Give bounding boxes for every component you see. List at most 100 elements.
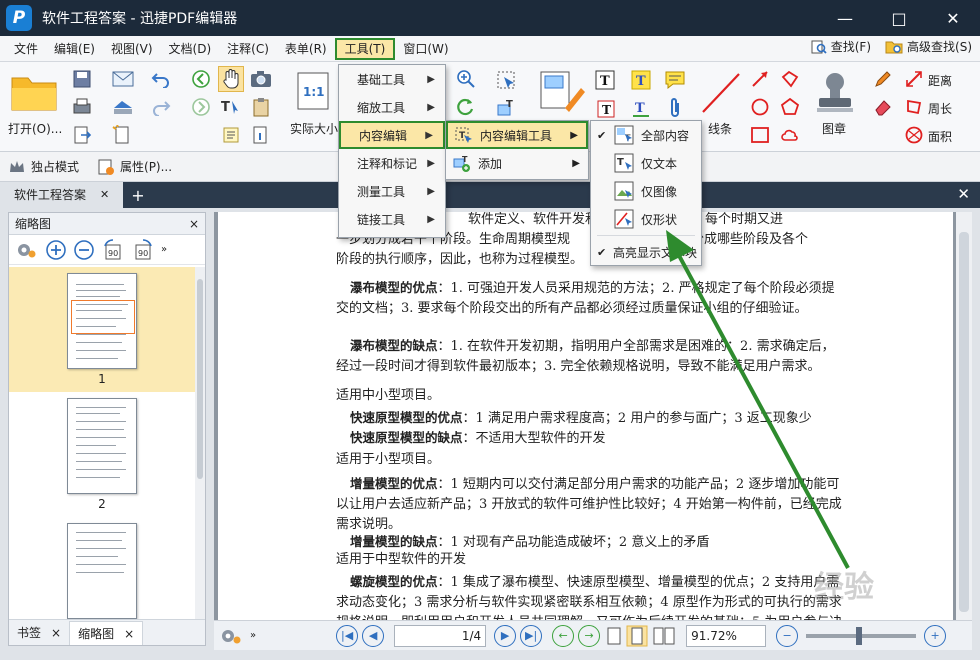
first-page-button[interactable]: |◀ xyxy=(336,624,359,647)
ellipse-tool-button[interactable] xyxy=(748,96,772,118)
clipboard-button[interactable] xyxy=(248,96,274,118)
gear-icon[interactable] xyxy=(15,240,39,260)
area-button[interactable] xyxy=(902,124,926,146)
option-highlight-text-block[interactable]: ✔ 高亮显示文本块 xyxy=(591,238,701,266)
document-scrollbar[interactable] xyxy=(956,212,972,620)
last-page-button[interactable]: ▶| xyxy=(520,624,543,647)
arrow-tool-button[interactable] xyxy=(748,68,772,90)
export-button[interactable] xyxy=(70,124,94,146)
undo-button[interactable] xyxy=(148,68,174,90)
new-tab-button[interactable]: + xyxy=(131,186,144,205)
tab-close-icon[interactable]: × xyxy=(51,621,61,645)
scan-button[interactable] xyxy=(108,96,138,118)
menu-form[interactable]: 表单(R) xyxy=(277,38,335,60)
zoom-level-select[interactable]: 91.72% xyxy=(686,624,767,647)
menu-item-zoom-tools[interactable]: 缩放工具 ▶ xyxy=(339,93,445,121)
rectangle-tool-button[interactable] xyxy=(748,124,772,146)
close-button[interactable]: ✕ xyxy=(926,0,980,36)
add-text-button[interactable]: T xyxy=(494,96,520,120)
polygon-tool-button[interactable] xyxy=(778,96,802,118)
open-button[interactable] xyxy=(6,70,62,114)
edit-content-button[interactable] xyxy=(538,66,586,116)
back-button[interactable] xyxy=(188,68,214,90)
new-document-button[interactable] xyxy=(108,124,138,146)
zoom-slider[interactable] xyxy=(806,626,917,645)
email-button[interactable] xyxy=(108,68,138,90)
actual-size-button[interactable]: 1:1 xyxy=(294,70,334,112)
option-shape-only[interactable]: 仅形状 xyxy=(591,205,701,233)
rotate-right-icon[interactable]: 90 xyxy=(131,238,155,261)
tab-bookmarks[interactable]: 书签 × xyxy=(9,621,69,645)
redo-button[interactable] xyxy=(148,96,174,118)
single-page-icon[interactable] xyxy=(606,626,622,646)
tab-close-icon[interactable]: ✕ xyxy=(100,182,109,208)
edit-object-button[interactable] xyxy=(494,68,520,92)
zoom-out-button[interactable]: − xyxy=(776,624,799,647)
menu-tools[interactable]: 工具(T) xyxy=(334,37,396,60)
polyline-tool-button[interactable] xyxy=(778,68,802,90)
perimeter-button[interactable] xyxy=(902,96,926,118)
menu-window[interactable]: 窗口(W) xyxy=(395,38,456,60)
menu-item-comment-markup[interactable]: 注释和标记 ▶ xyxy=(339,149,445,177)
pencil-button[interactable] xyxy=(870,68,896,90)
comment-list-button[interactable] xyxy=(218,124,244,146)
close-document-button[interactable]: ✕ xyxy=(957,185,970,203)
pdf-page[interactable]: 软件定义、软件开发和 组成，每个时期又进 一步划分成若干个阶段。生命周期模型规 … xyxy=(218,212,953,620)
menu-comment[interactable]: 注释(C) xyxy=(219,38,277,60)
document-view[interactable]: 软件定义、软件开发和 组成，每个时期又进 一步划分成若干个阶段。生命周期模型规 … xyxy=(214,212,972,620)
thumbnail-scrollbar-thumb[interactable] xyxy=(197,279,203,479)
snapshot-button[interactable] xyxy=(248,68,274,90)
line-tool-button[interactable] xyxy=(698,68,744,118)
continuous-page-icon[interactable] xyxy=(626,625,648,647)
select-text-button[interactable]: T xyxy=(218,96,244,118)
properties-button[interactable]: 属性(P)... xyxy=(97,158,172,176)
go-back-button[interactable]: ← xyxy=(552,624,575,647)
zoom-out-thumbnail-icon[interactable] xyxy=(73,239,95,261)
zoom-in-button[interactable] xyxy=(454,68,478,90)
tab-thumbnails[interactable]: 缩略图 × xyxy=(69,620,144,645)
menu-document[interactable]: 文档(D) xyxy=(161,38,220,60)
menu-file[interactable]: 文件 xyxy=(6,38,46,60)
find-button[interactable]: 查找(F) xyxy=(811,38,871,55)
save-button[interactable] xyxy=(70,68,94,90)
menu-item-link-tools[interactable]: 链接工具 ▶ xyxy=(339,205,445,233)
distance-button[interactable] xyxy=(902,68,926,90)
note-button[interactable] xyxy=(662,68,688,92)
file-attachment-button[interactable] xyxy=(662,96,688,120)
option-image-only[interactable]: 仅图像 xyxy=(591,177,701,205)
rotate-button[interactable] xyxy=(454,96,478,118)
more-options-icon[interactable]: » xyxy=(250,630,256,641)
text-box-button[interactable]: T xyxy=(592,68,618,92)
cloud-tool-button[interactable] xyxy=(778,124,802,146)
visible-area-indicator[interactable] xyxy=(71,300,135,334)
submenu-item-add[interactable]: T 添加 ▶ xyxy=(446,149,588,177)
submenu-item-content-edit-tools[interactable]: T 内容编辑工具 ▶ xyxy=(446,121,588,149)
rotate-left-icon[interactable]: 90 xyxy=(101,238,125,261)
document-tab[interactable]: 软件工程答案 ✕ xyxy=(0,182,124,208)
page-number-input[interactable]: 1/4 xyxy=(394,624,487,647)
eraser-button[interactable] xyxy=(870,96,896,118)
zoom-in-thumbnail-icon[interactable] xyxy=(45,239,67,261)
option-text-only[interactable]: T 仅文本 xyxy=(591,149,701,177)
more-options-icon[interactable]: » xyxy=(161,244,167,255)
menu-item-basic-tools[interactable]: 基础工具 ▶ xyxy=(339,65,445,93)
maximize-button[interactable]: □ xyxy=(872,0,926,36)
advanced-find-button[interactable]: 高级查找(S) xyxy=(885,38,972,55)
menu-item-content-edit[interactable]: 内容编辑 ▶ xyxy=(339,121,445,149)
stamp-button[interactable] xyxy=(812,68,858,118)
hand-tool-button[interactable] xyxy=(218,66,244,92)
menu-edit[interactable]: 编辑(E) xyxy=(46,38,103,60)
underline-text-button[interactable]: T xyxy=(628,96,654,120)
print-button[interactable] xyxy=(70,96,94,118)
menu-view[interactable]: 视图(V) xyxy=(103,38,161,60)
panel-close-icon[interactable]: × xyxy=(189,217,199,231)
forward-button[interactable] xyxy=(188,96,214,118)
callout-button[interactable]: T xyxy=(592,96,618,120)
zoom-slider-thumb[interactable] xyxy=(856,626,863,645)
previous-page-button[interactable]: ◀ xyxy=(362,624,385,647)
thumbnail-scrollbar[interactable] xyxy=(195,267,205,619)
thumbnail-item[interactable]: 1 xyxy=(9,267,195,392)
tab-close-icon[interactable]: × xyxy=(124,622,134,645)
go-forward-button[interactable]: → xyxy=(578,624,601,647)
two-page-icon[interactable] xyxy=(652,626,676,646)
